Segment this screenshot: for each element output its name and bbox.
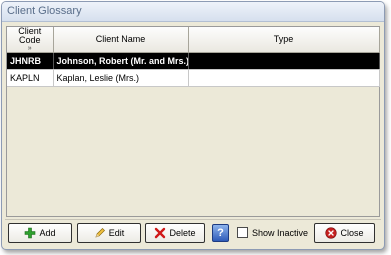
checkbox-box[interactable] xyxy=(237,227,248,238)
cell-type xyxy=(188,52,380,70)
sort-indicator-icon: » xyxy=(27,45,32,52)
plus-icon xyxy=(24,227,36,239)
cell-client-code: KAPLN xyxy=(7,69,54,87)
delete-button-label: Delete xyxy=(169,228,196,238)
show-inactive-checkbox[interactable]: Show Inactive xyxy=(237,227,308,238)
cell-client-name: Johnson, Robert (Mr. and Mrs.) xyxy=(53,52,189,70)
client-grid[interactable]: Client Code » Client Name Type JHNRB Joh… xyxy=(6,26,380,217)
close-button[interactable]: Close xyxy=(314,223,375,243)
table-header-row: Client Code » Client Name Type xyxy=(7,26,380,53)
button-bar: Add Edit Delete ? Show Inactive Close xyxy=(5,219,381,246)
cell-type xyxy=(188,69,380,87)
column-header-client-code[interactable]: Client Code » xyxy=(7,26,54,53)
edit-button-label: Edit xyxy=(108,228,125,238)
pencil-icon xyxy=(94,227,106,239)
table-row[interactable]: KAPLN Kaplan, Leslie (Mrs.) xyxy=(7,69,380,87)
column-header-label: Client Code xyxy=(18,26,42,45)
close-icon xyxy=(325,227,338,239)
column-header-client-name[interactable]: Client Name xyxy=(53,27,189,53)
window-title: Client Glossary xyxy=(2,2,384,22)
cell-client-name: Kaplan, Leslie (Mrs.) xyxy=(53,69,189,87)
close-button-label: Close xyxy=(340,228,364,238)
add-button-label: Add xyxy=(39,228,56,238)
client-table: Client Code » Client Name Type JHNRB Joh… xyxy=(7,27,380,87)
table-row[interactable]: JHNRB Johnson, Robert (Mr. and Mrs.) xyxy=(7,52,380,70)
column-header-type[interactable]: Type xyxy=(188,27,380,53)
edit-button[interactable]: Edit xyxy=(77,223,141,243)
client-glossary-window: Client Glossary Client Code » Client Nam… xyxy=(1,1,385,250)
delete-x-icon xyxy=(154,227,166,239)
delete-button[interactable]: Delete xyxy=(145,223,205,243)
help-button[interactable]: ? xyxy=(212,224,229,242)
show-inactive-label: Show Inactive xyxy=(252,227,309,238)
cell-client-code: JHNRB xyxy=(7,52,54,70)
add-button[interactable]: Add xyxy=(8,223,72,243)
